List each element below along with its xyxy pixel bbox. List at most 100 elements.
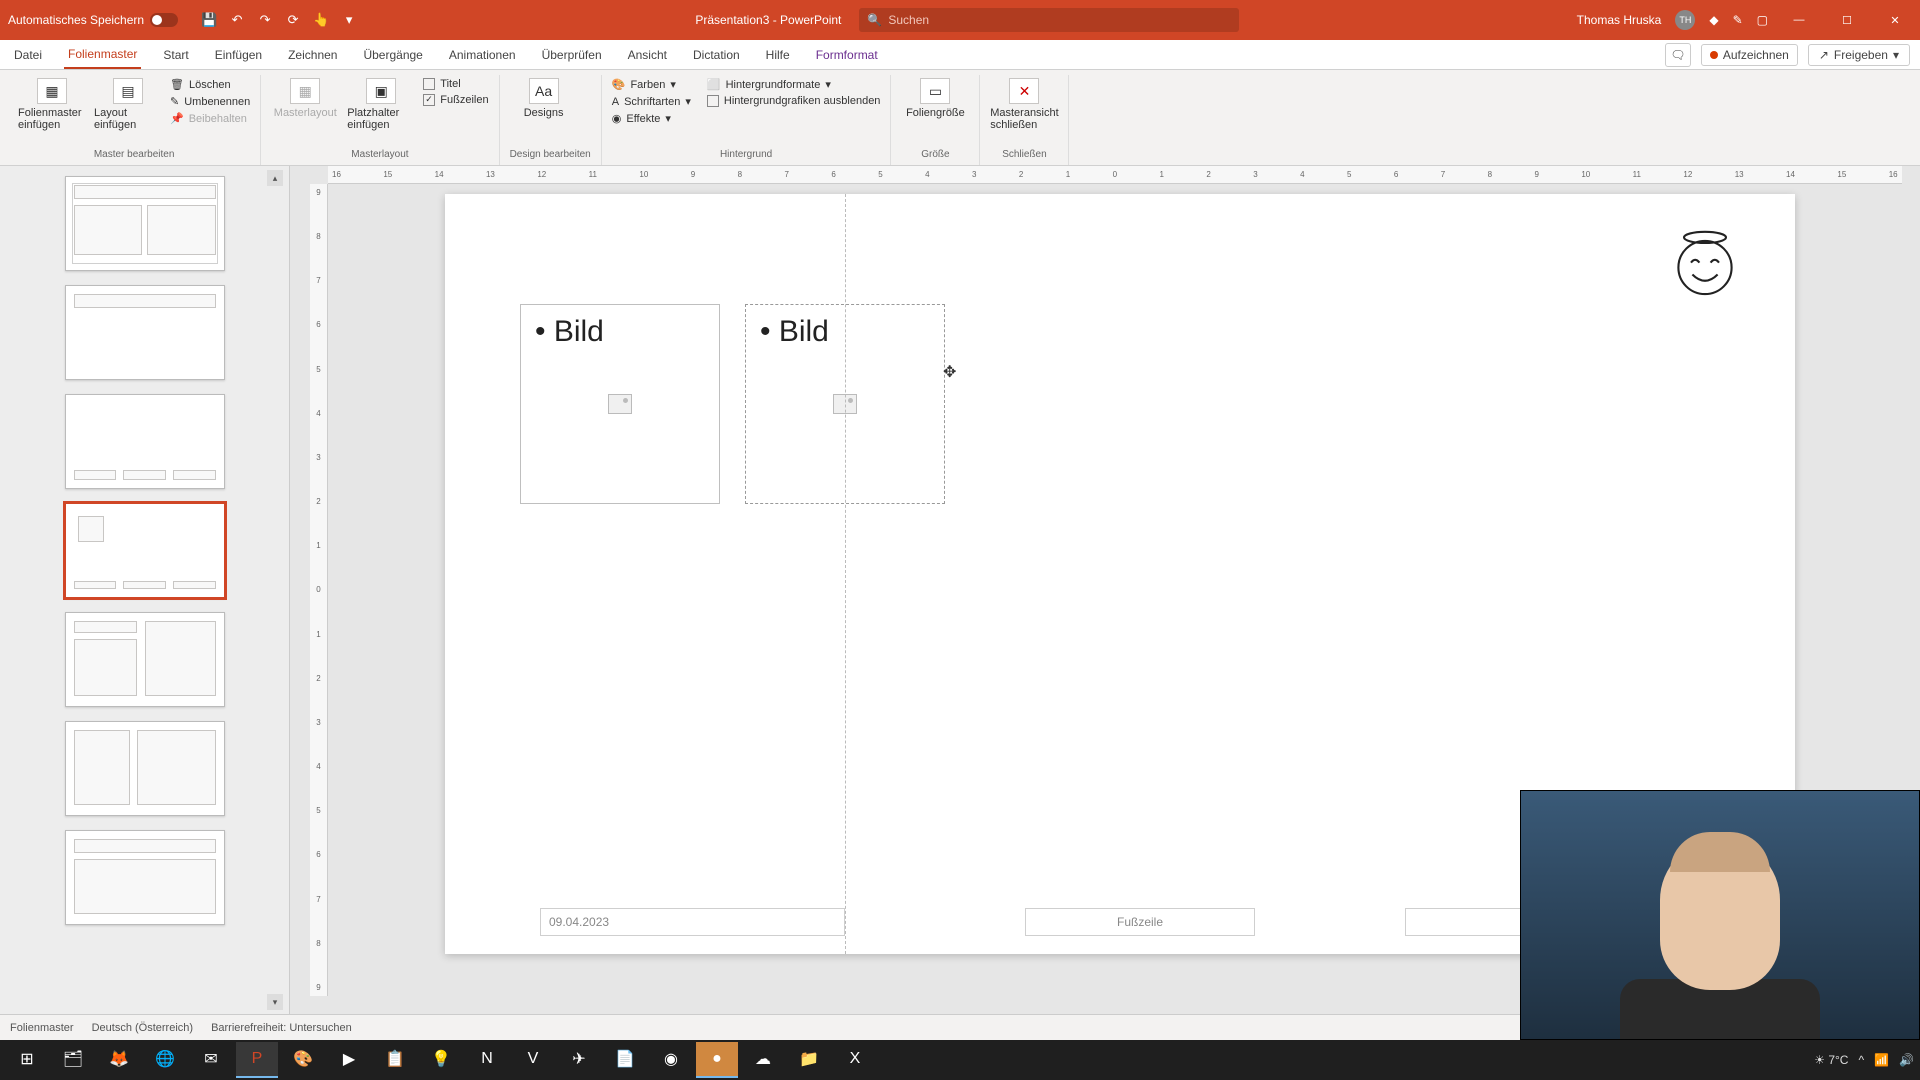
effekte-dropdown[interactable]: ◉Effekte▾ — [612, 112, 691, 125]
placeholder-icon: ▣ — [366, 78, 396, 104]
user-avatar[interactable]: TH — [1675, 10, 1695, 30]
firefox-icon[interactable]: 🦊 — [98, 1042, 140, 1078]
webcam-overlay — [1520, 790, 1920, 1040]
onenote-icon[interactable]: N — [466, 1042, 508, 1078]
thumbnail-panel[interactable]: ▴ — [0, 166, 290, 1014]
app-icon-5[interactable]: ● — [696, 1042, 738, 1078]
user-name[interactable]: Thomas Hruska — [1577, 13, 1662, 27]
outlook-icon[interactable]: ✉ — [190, 1042, 232, 1078]
status-accessibility[interactable]: Barrierefreiheit: Untersuchen — [211, 1022, 352, 1034]
tab-uebergaenge[interactable]: Übergänge — [359, 42, 426, 68]
comment-button[interactable]: 🗨 — [1665, 43, 1691, 67]
diamond-icon[interactable]: ◆ — [1709, 13, 1718, 27]
layout-thumb-3[interactable] — [65, 394, 225, 489]
volume-icon[interactable]: 🔊 — [1899, 1053, 1914, 1067]
tab-zeichnen[interactable]: Zeichnen — [284, 42, 341, 68]
placeholder-1-text: Bild — [521, 305, 719, 359]
farben-dropdown[interactable]: 🎨Farben▾ — [612, 78, 691, 91]
app-icon-7[interactable]: 📁 — [788, 1042, 830, 1078]
title-bar: Automatisches Speichern 💾 ↶ ↷ ⟳ 👆 ▾ Präs… — [0, 0, 1920, 40]
powerpoint-icon[interactable]: P — [236, 1042, 278, 1078]
date-placeholder[interactable]: 09.04.2023 — [540, 908, 845, 936]
status-view[interactable]: Folienmaster — [10, 1022, 74, 1034]
scroll-up-button[interactable]: ▴ — [267, 170, 283, 186]
tab-start[interactable]: Start — [159, 42, 192, 68]
layout-thumb-1[interactable] — [65, 176, 225, 271]
tab-ansicht[interactable]: Ansicht — [624, 42, 671, 68]
hintergrundformate-dropdown[interactable]: ⬜Hintergrundformate▾ — [707, 78, 881, 91]
titel-checkbox[interactable]: Titel — [423, 78, 488, 90]
footer-placeholder[interactable]: Fußzeile — [1025, 908, 1255, 936]
pen-icon[interactable]: ✎ — [1733, 13, 1743, 27]
designs-button[interactable]: Aa Designs — [510, 75, 578, 119]
rename-button[interactable]: ✎Umbenennen — [170, 95, 250, 108]
layout-einfuegen-button[interactable]: ▤ Layout einfügen — [94, 75, 162, 131]
chrome-icon[interactable]: 🌐 — [144, 1042, 186, 1078]
search-icon: 🔍 — [867, 13, 882, 27]
minimize-button[interactable]: — — [1782, 0, 1816, 40]
share-button[interactable]: ↗ Freigeben ▾ — [1808, 44, 1910, 66]
layout-thumb-6[interactable] — [65, 721, 225, 816]
tray-expand-icon[interactable]: ^ — [1858, 1053, 1864, 1067]
foliengroesse-button[interactable]: ▭ Foliengröße — [901, 75, 969, 119]
layout-label: Layout einfügen — [94, 107, 162, 131]
status-language[interactable]: Deutsch (Österreich) — [92, 1022, 193, 1034]
close-button[interactable]: ✕ — [1878, 0, 1912, 40]
colors-icon: 🎨 — [612, 78, 626, 91]
tab-folienmaster[interactable]: Folienmaster — [64, 41, 141, 69]
layout-thumb-4-selected[interactable] — [65, 503, 225, 598]
masteransicht-schliessen-button[interactable]: ✕ Masteransicht schließen — [990, 75, 1058, 131]
platzhalter-einfuegen-button[interactable]: ▣ Platzhalter einfügen — [347, 75, 415, 131]
schriftarten-dropdown[interactable]: ASchriftarten▾ — [612, 95, 691, 108]
vlc-icon[interactable]: ▶ — [328, 1042, 370, 1078]
delete-button[interactable]: 🗑Löschen — [170, 78, 250, 91]
tab-dictation[interactable]: Dictation — [689, 42, 744, 68]
window-icon[interactable]: ▢ — [1757, 13, 1768, 27]
telegram-icon[interactable]: ✈ — [558, 1042, 600, 1078]
toggle-switch[interactable] — [150, 13, 178, 27]
tab-datei[interactable]: Datei — [10, 42, 46, 68]
weather-widget[interactable]: ☀ 7°C — [1814, 1053, 1848, 1067]
visio-icon[interactable]: V — [512, 1042, 554, 1078]
fusszeilen-checkbox[interactable]: Fußzeilen — [423, 94, 488, 106]
qat-more-icon[interactable]: ▾ — [340, 11, 358, 29]
app-icon-3[interactable]: 💡 — [420, 1042, 462, 1078]
slide-size-icon: ▭ — [920, 78, 950, 104]
autosave-toggle[interactable]: Automatisches Speichern — [8, 13, 178, 27]
folienmaster-einfuegen-button[interactable]: ▦ Folienmaster einfügen — [18, 75, 86, 131]
app-icon-6[interactable]: ☁ — [742, 1042, 784, 1078]
picture-placeholder-1[interactable]: Bild — [520, 304, 720, 504]
record-button[interactable]: Aufzeichnen — [1701, 44, 1798, 66]
touch-icon[interactable]: 👆 — [312, 11, 330, 29]
group-hintergrund: Hintergrund — [612, 147, 881, 162]
slide-master-icon: ▦ — [37, 78, 67, 104]
tab-einfuegen[interactable]: Einfügen — [211, 42, 266, 68]
group-design-bearbeiten: Design bearbeiten — [510, 147, 591, 162]
save-icon[interactable]: 💾 — [200, 11, 218, 29]
tab-animationen[interactable]: Animationen — [445, 42, 520, 68]
app-icon-2[interactable]: 📋 — [374, 1042, 416, 1078]
start-button[interactable]: ⊞ — [6, 1042, 48, 1078]
layout-thumb-5[interactable] — [65, 612, 225, 707]
layout-thumb-2[interactable] — [65, 285, 225, 380]
repeat-icon[interactable]: ⟳ — [284, 11, 302, 29]
tab-ueberpruefen[interactable]: Überprüfen — [538, 42, 606, 68]
close-master-icon: ✕ — [1009, 78, 1039, 104]
search-input[interactable]: 🔍 Suchen — [859, 8, 1239, 32]
layout-thumb-7[interactable] — [65, 830, 225, 925]
app-icon-4[interactable]: 📄 — [604, 1042, 646, 1078]
network-icon[interactable]: 📶 — [1874, 1053, 1889, 1067]
excel-icon[interactable]: X — [834, 1042, 876, 1078]
scroll-down-button[interactable]: ▾ — [267, 994, 283, 1010]
smiley-graphic[interactable] — [1670, 229, 1740, 299]
app-icon-1[interactable]: 🎨 — [282, 1042, 324, 1078]
explorer-icon[interactable]: 🗂 — [52, 1042, 94, 1078]
obs-icon[interactable]: ◉ — [650, 1042, 692, 1078]
undo-icon[interactable]: ↶ — [228, 11, 246, 29]
chevron-down-icon: ▾ — [1893, 48, 1899, 62]
tab-hilfe[interactable]: Hilfe — [762, 42, 794, 68]
hide-bg-checkbox[interactable]: Hintergrundgrafiken ausblenden — [707, 95, 881, 107]
redo-icon[interactable]: ↷ — [256, 11, 274, 29]
maximize-button[interactable]: ☐ — [1830, 0, 1864, 40]
tab-formformat[interactable]: Formformat — [812, 42, 882, 68]
